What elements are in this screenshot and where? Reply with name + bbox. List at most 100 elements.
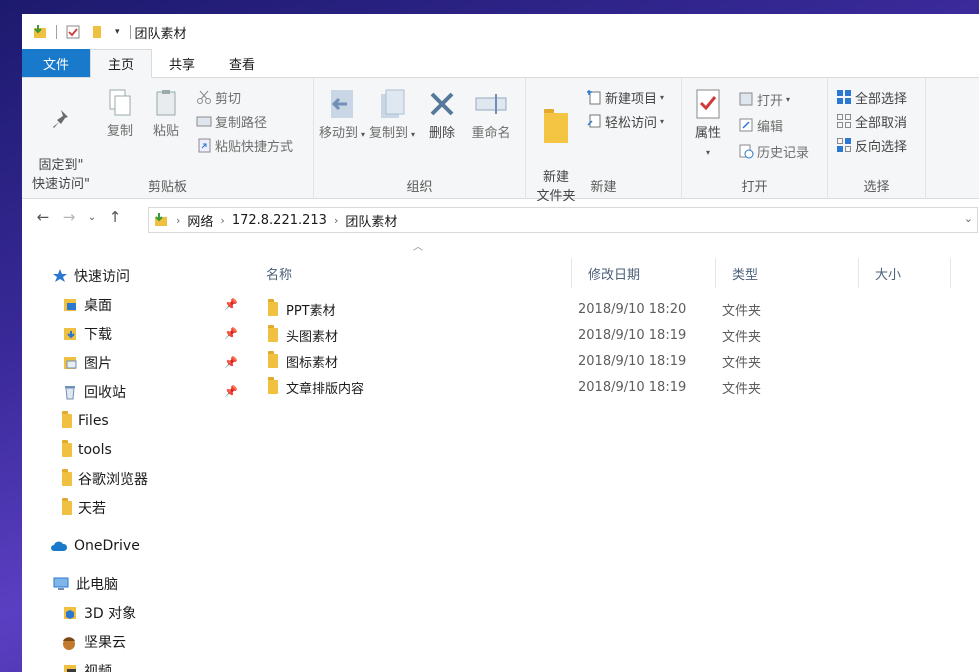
nav-item-label: Files — [78, 413, 109, 429]
column-header-type[interactable]: 类型 — [716, 258, 859, 288]
breadcrumb-network[interactable]: 网络 — [187, 211, 213, 230]
file-type: 文件夹 — [722, 355, 762, 371]
tab-home[interactable]: 主页 — [90, 49, 153, 78]
easy-access-button[interactable]: 轻松访问 ▾ — [586, 110, 664, 132]
quick-access-dropdown-icon[interactable]: ▾ — [115, 27, 120, 37]
nav-item-label: tools — [78, 442, 112, 458]
tab-share[interactable]: 共享 — [152, 49, 212, 77]
open-dropdown-icon: ▾ — [786, 94, 791, 104]
copy-icon — [109, 89, 131, 116]
copy-to-dropdown-icon: ▾ — [411, 130, 416, 139]
invert-selection-button[interactable]: 反向选择 — [836, 134, 907, 156]
file-date: 2018/9/10 18:19 — [578, 379, 687, 395]
nav-item-desktop[interactable]: 桌面 — [62, 292, 112, 318]
nav-item-jianguoyun[interactable]: 坚果云 — [60, 629, 126, 655]
folder-down-icon[interactable] — [32, 24, 48, 40]
nav-item-recycle-bin[interactable]: 回收站 — [62, 379, 126, 405]
history-button[interactable]: 历史记录 — [738, 140, 809, 162]
nav-item-3d-objects[interactable]: 3D 对象 — [62, 600, 136, 626]
rename-button[interactable]: 重命名 — [466, 88, 516, 143]
breadcrumb-current[interactable]: 团队素材 — [345, 211, 397, 230]
nav-item-chrome[interactable]: 谷歌浏览器 — [62, 466, 148, 492]
properties-icon — [696, 89, 720, 119]
select-none-button[interactable]: 全部取消 — [836, 110, 907, 132]
nav-item-videos[interactable]: 视频 — [62, 658, 112, 672]
copy-to-button[interactable]: 复制到 ▾ — [368, 88, 416, 144]
copy-button[interactable]: 复制 — [100, 88, 140, 141]
paste-shortcut-button[interactable]: 粘贴快捷方式 — [196, 134, 293, 156]
clipboard-group-label: 剪贴板 — [147, 180, 187, 195]
nav-item-files[interactable]: Files — [62, 408, 109, 434]
tab-view[interactable]: 查看 — [212, 49, 272, 77]
column-header-name[interactable]: 名称 — [250, 258, 572, 288]
clipboard-group: 固定到" 快速访问" 复制 粘贴 剪切 复制路径 粘贴快捷方式 剪贴板 — [22, 78, 314, 199]
table-row[interactable]: 头图素材 2018/9/10 18:19 文件夹 — [266, 322, 966, 348]
edit-button[interactable]: 编辑 — [738, 114, 783, 136]
nav-quick-access[interactable]: 快速访问 — [52, 263, 130, 289]
new-group: 新建 文件夹 新建项目 ▾ 轻松访问 ▾ 新建 — [526, 78, 682, 204]
delete-button[interactable]: 删除 — [424, 88, 460, 143]
table-row[interactable]: PPT素材 2018/9/10 18:20 文件夹 — [266, 296, 966, 322]
column-header-date-label: 修改日期 — [588, 267, 641, 283]
move-to-dropdown-icon: ▾ — [361, 130, 366, 139]
forward-arrow-icon[interactable]: → — [56, 208, 82, 226]
pin-icon[interactable]: 📌 — [224, 298, 238, 311]
select-group: 全部选择 全部取消 反向选择 选择 — [828, 78, 926, 199]
nav-item-label: 图片 — [84, 356, 112, 372]
select-group-label: 选择 — [863, 180, 890, 195]
file-date: 2018/9/10 18:20 — [578, 301, 687, 317]
open-button[interactable]: 打开 ▾ — [738, 88, 790, 110]
desktop-folder-icon — [64, 299, 76, 311]
tab-file[interactable]: 文件 — [22, 49, 90, 77]
nav-item-pictures[interactable]: 图片 — [62, 350, 112, 376]
pin-icon[interactable]: 📌 — [224, 327, 238, 340]
select-all-button[interactable]: 全部选择 — [836, 86, 907, 108]
nav-item-tools[interactable]: tools — [62, 437, 112, 463]
history-icon — [739, 144, 754, 159]
back-arrow-icon[interactable]: ← — [30, 208, 56, 226]
navigation-pane: 快速访问 桌面 📌 下载 📌 图片 📌 回收站 📌 Files tools 谷歌… — [22, 246, 250, 672]
nav-item-tianruo[interactable]: 天若 — [62, 495, 106, 521]
folder-icon — [268, 325, 278, 342]
pin-icon[interactable]: 📌 — [224, 356, 238, 369]
title-separator — [56, 25, 57, 39]
nut-icon — [63, 637, 75, 650]
properties-button[interactable]: 属性 ▾ — [688, 88, 728, 162]
cut-button[interactable]: 剪切 — [196, 86, 241, 108]
address-dropdown-icon[interactable]: ⌄ — [964, 212, 973, 225]
breadcrumb-chevron-icon: › — [220, 213, 225, 227]
breadcrumb-host[interactable]: 172.8.221.213 — [232, 213, 327, 228]
properties-label: 属性 — [694, 126, 721, 141]
column-header-date[interactable]: 修改日期 — [572, 258, 716, 288]
copy-to-icon — [381, 89, 405, 118]
nav-onedrive[interactable]: OneDrive — [50, 533, 140, 559]
new-item-button[interactable]: 新建项目 ▾ — [586, 86, 664, 108]
easy-access-label: 轻松访问 — [605, 115, 658, 131]
address-bar[interactable]: › 网络 › 172.8.221.213 › 团队素材 ⌄ — [148, 207, 978, 233]
table-row[interactable]: 文章排版内容 2018/9/10 18:19 文件夹 — [266, 374, 966, 400]
paste-button[interactable]: 粘贴 — [146, 88, 186, 141]
scissors-icon — [197, 90, 211, 104]
copy-path-button[interactable]: 复制路径 — [196, 110, 267, 132]
open-group-label: 打开 — [741, 180, 768, 195]
paste-icon — [156, 90, 176, 116]
recent-locations-chevron-icon[interactable]: ⌄ — [82, 212, 102, 223]
nav-item-downloads[interactable]: 下载 — [62, 321, 112, 347]
breadcrumb-chevron-icon: › — [333, 213, 339, 227]
file-date: 2018/9/10 18:19 — [578, 353, 687, 369]
downloads-folder-icon — [64, 328, 76, 340]
table-row[interactable]: 图标素材 2018/9/10 18:19 文件夹 — [266, 348, 966, 374]
nav-item-label: 桌面 — [84, 298, 112, 314]
move-to-button[interactable]: 移动到 ▾ — [318, 88, 366, 144]
organize-group: 移动到 ▾ 复制到 ▾ 删除 重命名 组织 — [314, 78, 526, 199]
invert-selection-icon — [837, 138, 851, 152]
folder-icon — [268, 299, 278, 316]
nav-this-pc[interactable]: 此电脑 — [52, 571, 118, 597]
up-arrow-icon[interactable]: ↑ — [102, 208, 128, 226]
pin-icon[interactable]: 📌 — [224, 385, 238, 398]
new-folder-icon[interactable] — [89, 24, 105, 40]
nav-item-label: 3D 对象 — [84, 606, 137, 622]
properties-check-icon[interactable] — [65, 24, 81, 40]
column-header-size[interactable]: 大小 — [859, 258, 951, 288]
nav-item-label: 视频 — [84, 664, 112, 672]
